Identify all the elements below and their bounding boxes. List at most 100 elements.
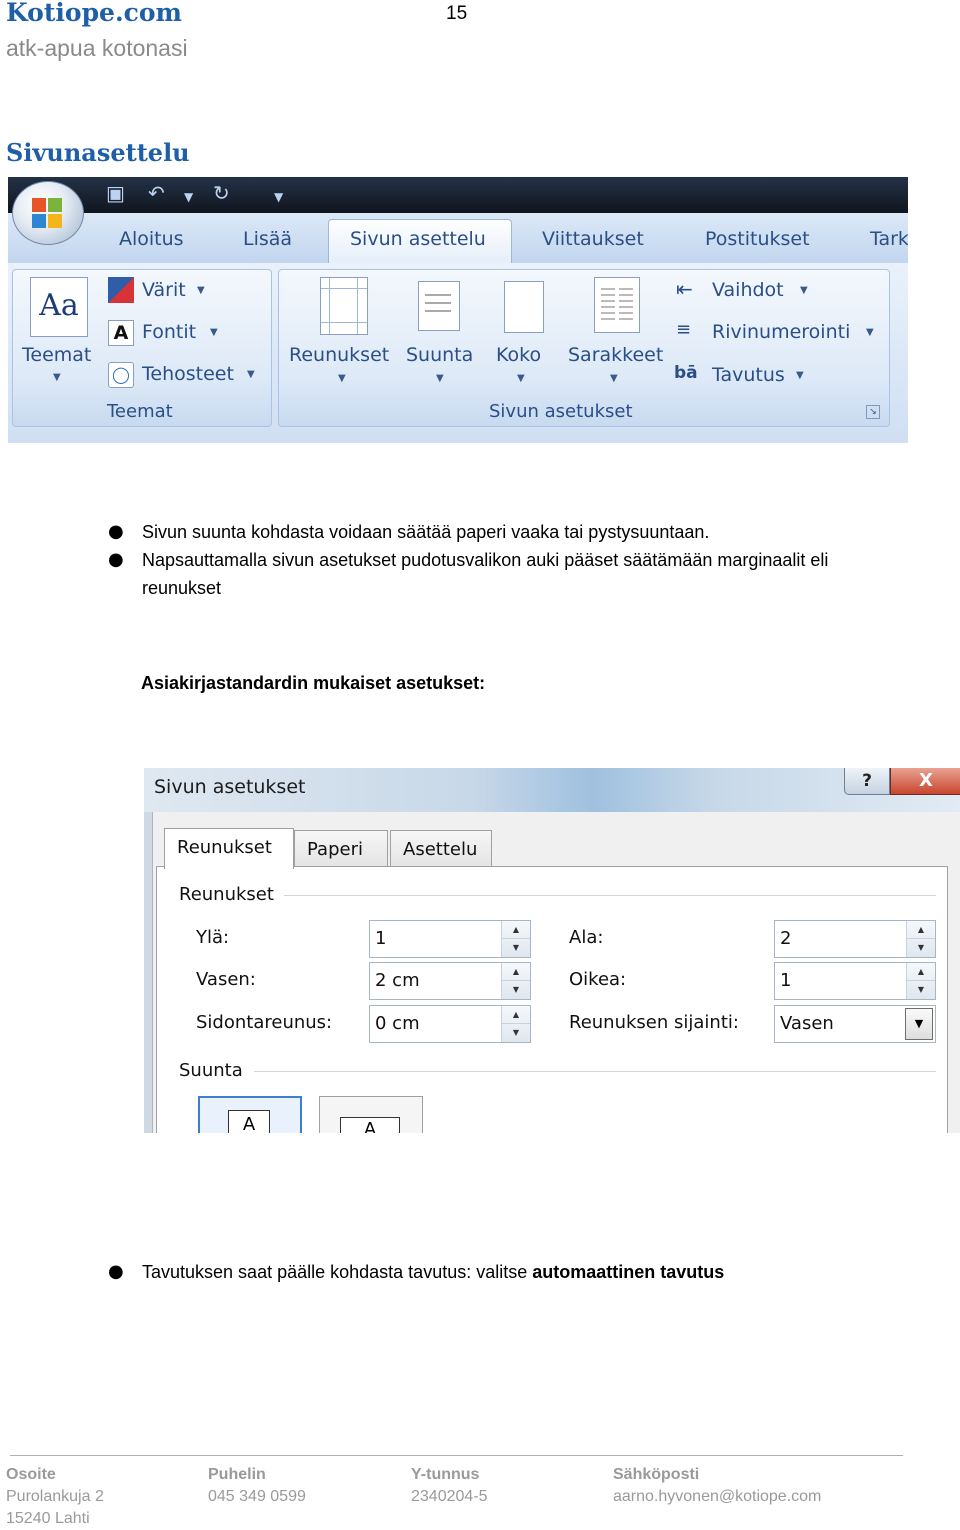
effects-button[interactable]: Tehosteet: [142, 363, 234, 385]
chevron-down-icon: ▼: [247, 369, 255, 380]
tab-tarkista[interactable]: Tark: [870, 228, 908, 250]
chevron-down-icon: ▼: [197, 285, 205, 296]
tab-asettelu[interactable]: Asettelu: [390, 830, 492, 867]
gutter-label: Sidontareunus:: [196, 1012, 333, 1033]
chevron-down-icon: ▼: [866, 327, 874, 338]
bottom-margin-label: Ala:: [569, 927, 604, 948]
columns-icon[interactable]: [594, 277, 640, 333]
bullet-margins-cont: reunukset: [142, 578, 222, 598]
close-button[interactable]: X: [890, 768, 960, 795]
gutter-spinner[interactable]: ▲ ▼: [501, 1006, 530, 1042]
footer-email: Sähköposti aarno.hyvonen@kotiope.com: [613, 1464, 821, 1508]
hyphenation-icon: bā: [674, 363, 698, 383]
footer-email-value[interactable]: aarno.hyvonen@kotiope.com: [613, 1486, 821, 1508]
chevron-down-icon: ▼: [53, 372, 61, 383]
chevron-down-icon: ▼: [610, 373, 618, 384]
hyphenation-button[interactable]: Tavutus: [712, 364, 785, 386]
bold-auto-hyphenation: automaattinen tavutus: [532, 1262, 725, 1282]
dialog-title: Sivun asetukset: [154, 776, 306, 798]
portrait-option[interactable]: A: [198, 1096, 302, 1133]
themes-aa-icon[interactable]: Aa: [30, 277, 88, 337]
landscape-option[interactable]: A: [319, 1096, 423, 1133]
undo-icon[interactable]: ↶: [148, 183, 165, 203]
bullet-dot: ●: [108, 549, 124, 570]
line-numbers-button[interactable]: Rivinumerointi: [712, 321, 850, 343]
fonts-icon[interactable]: A: [108, 320, 134, 346]
site-tagline: atk-apua kotonasi: [6, 35, 188, 61]
fonts-button[interactable]: Fontit: [142, 321, 196, 343]
right-margin-field[interactable]: 1 ▲ ▼: [774, 962, 936, 1000]
margins-section-label: Reunukset: [179, 884, 274, 905]
bullet-orientation: Sivun suunta kohdasta voidaan säätää pap…: [142, 522, 710, 542]
gutter-field[interactable]: 0 cm ▲ ▼: [369, 1005, 531, 1043]
section-divider: [254, 1071, 936, 1072]
colors-button[interactable]: Värit: [142, 279, 186, 301]
footer-business-id-head: Y-tunnus: [411, 1466, 480, 1483]
orientation-icon[interactable]: [418, 281, 460, 331]
save-icon[interactable]: ▣: [106, 183, 125, 203]
redo-icon[interactable]: ↻: [213, 183, 230, 203]
ribbon-screenshot: ▣ ↶ ▼ ↻ ▼ Aloitus Lisää Sivun asettelu V…: [8, 177, 908, 443]
bullet-margins: Napsauttamalla sivun asetukset pudotusva…: [142, 550, 829, 570]
page-setup-group-label: Sivun asetukset: [489, 401, 633, 422]
tab-lisaa[interactable]: Lisää: [243, 228, 292, 250]
footer-business-id-value: 2340204-5: [411, 1488, 488, 1505]
size-icon[interactable]: [504, 281, 544, 333]
size-button[interactable]: Koko: [496, 344, 541, 366]
right-margin-label: Oikea:: [569, 969, 627, 990]
tab-postitukset[interactable]: Postitukset: [705, 228, 810, 250]
footer-phone-value: 045 349 0599: [208, 1488, 306, 1505]
line-numbers-icon: ≡: [676, 319, 692, 340]
breaks-icon: ⇤: [676, 277, 693, 301]
columns-button[interactable]: Sarakkeet: [568, 344, 663, 366]
top-margin-field[interactable]: 1 ▲ ▼: [369, 920, 531, 958]
tab-sivun-asettelu[interactable]: Sivun asettelu: [350, 228, 486, 250]
margins-icon[interactable]: [320, 277, 368, 335]
bottom-margin-field[interactable]: 2 ▲ ▼: [774, 920, 936, 958]
gutter-position-select[interactable]: Vasen ▼: [774, 1005, 936, 1043]
chevron-down-icon: ▼: [210, 327, 218, 338]
section-divider: [284, 895, 936, 896]
bullet-dot: ●: [108, 521, 124, 542]
footer-phone: Puhelin 045 349 0599: [208, 1464, 306, 1508]
top-margin-spinner[interactable]: ▲ ▼: [501, 921, 530, 957]
standard-settings-heading: Asiakirjastandardin mukaiset asetukset:: [141, 673, 486, 693]
colors-icon[interactable]: [108, 277, 134, 303]
left-margin-field[interactable]: 2 cm ▲ ▼: [369, 962, 531, 1000]
bullet-hyphenation: Tavutuksen saat päälle kohdasta tavutus:…: [142, 1262, 725, 1282]
themes-button[interactable]: Teemat: [22, 344, 91, 366]
undo-dropdown-icon[interactable]: ▼: [184, 187, 193, 207]
portrait-page-icon: A: [228, 1110, 270, 1133]
margins-button[interactable]: Reunukset: [289, 344, 389, 366]
dialog-launcher-icon[interactable]: ↘: [866, 405, 880, 419]
footer-email-head: Sähköposti: [613, 1466, 700, 1483]
footer-phone-head: Puhelin: [208, 1466, 266, 1483]
tab-reunukset[interactable]: Reunukset: [164, 828, 294, 869]
office-logo-icon: [32, 198, 62, 228]
top-margin-label: Ylä:: [196, 927, 230, 948]
chevron-down-icon: ▼: [517, 373, 525, 384]
left-margin-label: Vasen:: [196, 969, 256, 990]
orientation-button[interactable]: Suunta: [406, 344, 473, 366]
landscape-page-icon: A: [340, 1117, 400, 1133]
tab-viittaukset[interactable]: Viittaukset: [542, 228, 644, 250]
footer-business-id: Y-tunnus 2340204-5: [411, 1464, 488, 1508]
gutter-position-label: Reunuksen sijainti:: [569, 1012, 739, 1033]
effects-icon[interactable]: ◯: [108, 362, 134, 388]
page-setup-dialog: Sivun asetukset ? X Reunukset Paperi Ase…: [144, 768, 960, 1133]
customize-qat-icon[interactable]: ▼: [274, 187, 283, 207]
bottom-margin-spinner[interactable]: ▲ ▼: [906, 921, 935, 957]
left-margin-spinner[interactable]: ▲ ▼: [501, 963, 530, 999]
footer-address-head: Osoite: [6, 1466, 56, 1483]
chevron-down-icon: ▼: [436, 373, 444, 384]
tab-aloitus[interactable]: Aloitus: [119, 228, 184, 250]
help-button[interactable]: ?: [844, 768, 890, 795]
chevron-down-icon: ▼: [796, 370, 804, 381]
office-button[interactable]: [12, 181, 84, 245]
breaks-button[interactable]: Vaihdot: [712, 279, 784, 301]
tab-paperi[interactable]: Paperi: [294, 830, 388, 867]
right-margin-spinner[interactable]: ▲ ▼: [906, 963, 935, 999]
chevron-down-icon[interactable]: ▼: [905, 1008, 933, 1040]
chevron-down-icon: ▼: [800, 285, 808, 296]
footer-address-line1: Purolankuja 2: [6, 1488, 104, 1505]
